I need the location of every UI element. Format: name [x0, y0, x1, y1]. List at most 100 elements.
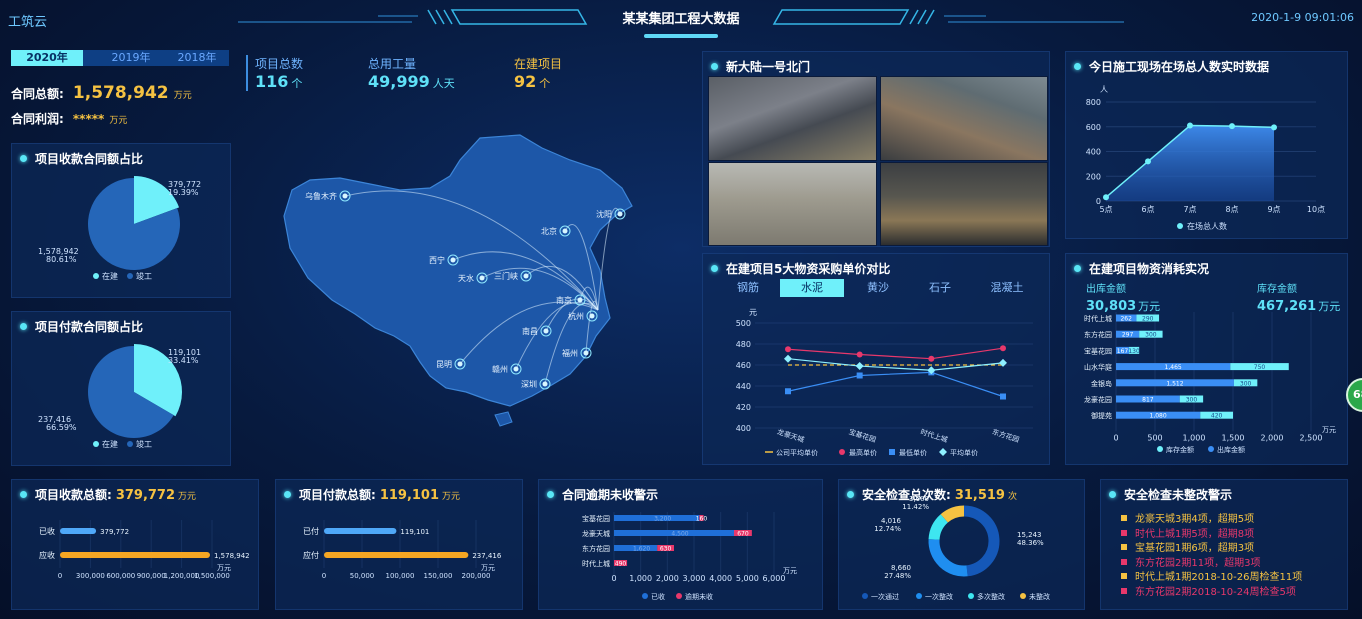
legend-swatch [916, 593, 922, 599]
bar-label: 300 [1186, 397, 1198, 404]
legend-swatch [1177, 223, 1183, 229]
y-tick: 已收 [39, 526, 55, 536]
legend-swatch [127, 273, 133, 279]
warning-text: 宝基花园1期6项，超期3项 [1135, 543, 1255, 555]
warning-item[interactable]: 东方花园2期2018-10-24周检查5项 [1121, 583, 1296, 598]
x-tick: 200,000 [462, 572, 491, 580]
stat-labor: 总用工量 49,999 人天 [368, 55, 455, 91]
city-dot [457, 361, 463, 367]
y-tick: 400 [736, 424, 751, 433]
data-point [785, 388, 791, 395]
warning-item[interactable]: 时代上城1期2018-10-26周检查11项 [1121, 568, 1302, 583]
x-tick: 2,000 [656, 574, 679, 583]
y-unit: 元 [749, 308, 757, 317]
x-unit: 万元 [217, 564, 231, 572]
bar-label: 490 [615, 561, 627, 568]
donut-label: 8,660 [891, 564, 911, 572]
bar-label: 300 [1145, 332, 1157, 339]
camera-feed-4[interactable] [880, 162, 1048, 246]
warning-item[interactable]: 龙豪天城3期4项，超期5项 [1121, 510, 1254, 525]
stat-projects-value: 116 [255, 72, 289, 91]
series-line [787, 347, 1004, 360]
city-dot [562, 228, 568, 234]
city-label: 南昌 [522, 326, 538, 336]
x-tick: 100,000 [386, 572, 415, 580]
stat-active-label: 在建项目 [514, 57, 563, 71]
y-tick: 应收 [39, 550, 55, 560]
city-label: 乌鲁木齐 [305, 191, 337, 201]
camera-feed-1[interactable] [708, 76, 877, 161]
warning-item[interactable]: 宝基花园1期6项，超期3项 [1121, 539, 1254, 554]
bar-label: 630 [660, 546, 672, 553]
donut-label: 11.42% [902, 503, 929, 511]
y-tick: 应付 [303, 550, 319, 560]
bar [60, 552, 210, 558]
y-tick: 宝基花园 [582, 514, 610, 523]
app-logo: 工筑云 [8, 15, 48, 30]
data-point [1145, 158, 1151, 165]
tab-2018[interactable]: 2018年 [167, 50, 227, 66]
y-tick: 东方花园 [582, 544, 610, 553]
donut-segment [928, 514, 949, 541]
map-hainan [494, 411, 513, 427]
warning-text: 东方花园2期11项，超期3项 [1135, 557, 1261, 569]
warning-text: 龙豪天城3期4项，超期5项 [1135, 514, 1255, 525]
x-tick: 0 [58, 572, 62, 580]
pay-total-chart: 0 50,000 100,000 150,000 200,000万元 已付 119,101 应… [303, 520, 502, 580]
city-dot [523, 273, 529, 279]
bar-label: 3,200 [654, 516, 671, 523]
stat-projects-label: 项目总数 [255, 57, 304, 71]
tab-2020[interactable]: 2020年 [11, 50, 83, 66]
data-point [1229, 123, 1235, 130]
data-point [1103, 194, 1109, 201]
legend-swatch [839, 449, 845, 455]
legend-swatch [642, 593, 648, 599]
bar-label: 379,772 [100, 528, 129, 536]
x-tick: 时代上城 [919, 427, 948, 444]
camera-panel: 新大陆一号北门 [702, 51, 1050, 247]
legend-swatch [127, 441, 133, 447]
y-unit: 人 [1100, 85, 1108, 94]
y-tick: 460 [736, 361, 751, 370]
y-tick: 600 [1086, 123, 1101, 132]
y-tick: 龙豪花园 [1084, 395, 1112, 404]
contract-profit-unit: 万元 [109, 116, 128, 126]
x-unit: 万元 [481, 564, 495, 572]
city-label: 沈阳 [596, 209, 612, 219]
city-label: 西宁 [429, 255, 445, 265]
y-tick: 龙豪天城 [582, 529, 610, 538]
camera-feed-3[interactable] [708, 162, 877, 246]
camera-feed-2[interactable] [880, 76, 1048, 161]
warning-item[interactable]: 东方花园2期11项，超期3项 [1121, 554, 1260, 569]
china-map[interactable]: 乌鲁木齐沈阳北京西宁天水 三门峡南京杭州南昌福州昆明 赣州深圳 [270, 130, 690, 430]
bar-label: 160 [696, 516, 708, 523]
legend-swatch [968, 593, 974, 599]
legend-label: 公司平均单价 [776, 448, 818, 457]
city-dot [542, 381, 548, 387]
legend-label: 在建 [102, 271, 118, 281]
x-tick: 1,500,000 [194, 572, 230, 580]
legend-label: 多次整改 [977, 592, 1005, 601]
rectify-title: 安全检查未整改警示 [1109, 486, 1232, 503]
warning-text: 时代上城1期2018-10-26周检查11项 [1135, 572, 1303, 584]
legend-swatch [93, 441, 99, 447]
x-tick: 8点 [1225, 205, 1238, 214]
x-tick: 300,000 [76, 572, 105, 580]
headcount-panel: 今日施工现场在场总人数实时数据 人 0 200 400 600 800 5点 6点 7点 8点 9点… [1065, 51, 1348, 239]
tab-2019[interactable]: 2019年 [99, 50, 163, 66]
city-label: 南京 [556, 295, 572, 305]
contract-profit-value: ***** [72, 112, 105, 126]
pay-total-panel: 项目付款总额: 119,101 万元 0 50,000 100,000 150,000 20… [275, 479, 523, 610]
y-tick: 金银岛 [1091, 379, 1112, 388]
header: 工筑云 某某集团工程大数据 2020-1-9 09:01:06 [0, 0, 1362, 40]
legend-label: 一次整改 [925, 592, 953, 601]
pie-receive-panel: 项目收款合同额占比 379,772 19.39% 1,578,942 80.61% 在建… [11, 143, 231, 298]
legend-label: 一次通过 [871, 592, 899, 601]
warning-item[interactable]: 时代上城1期5项，超期8项 [1121, 525, 1254, 540]
contract-total-value: 1,578,942 [72, 83, 169, 103]
bar-label: 237,416 [472, 552, 501, 560]
pie-label: 19.39% [168, 188, 199, 197]
donut-label: 3,600 [909, 495, 929, 503]
y-tick: 800 [1086, 98, 1101, 107]
city-dot [577, 297, 583, 303]
